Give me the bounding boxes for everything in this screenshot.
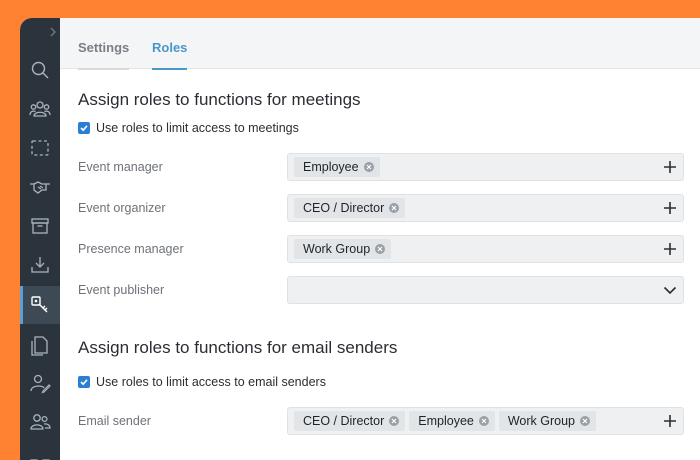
email-sender-field[interactable]: CEO / Director Employee Work Group [287,407,684,435]
role-tag: CEO / Director [294,411,406,431]
remove-tag-icon[interactable] [389,203,400,213]
tag-label: CEO / Director [303,414,385,428]
role-tag: Work Group [498,411,597,431]
documents-icon [31,336,48,356]
email-section-title: Assign roles to functions for email send… [78,338,398,357]
sidebar-item-partners[interactable] [20,168,60,206]
key-icon [31,296,48,313]
remove-tag-icon[interactable] [478,416,489,426]
sidebar-item-users[interactable] [20,90,60,128]
event-manager-label: Event manager [78,160,163,174]
remove-tag-icon[interactable] [389,416,400,426]
tag-label: Work Group [507,414,576,428]
sidebar-item-documents[interactable] [20,326,60,364]
users-group-icon [29,101,51,117]
user-pair-icon [30,414,51,430]
email-limit-label: Use roles to limit access to email sende… [96,375,326,389]
sidebar [20,18,60,460]
email-limit-checkbox-row[interactable]: Use roles to limit access to email sende… [78,375,326,389]
tab-bar: Settings Roles [60,18,700,70]
archive-icon [31,218,49,234]
event-organizer-field[interactable]: CEO / Director [287,194,684,222]
tag-label: Employee [418,414,474,428]
meetings-limit-label: Use roles to limit access to meetings [96,121,299,135]
meetings-limit-checkbox-row[interactable]: Use roles to limit access to meetings [78,121,299,135]
tag-label: CEO / Director [303,201,385,215]
sidebar-item-contacts[interactable] [20,403,60,441]
meetings-limit-checkbox[interactable] [78,122,90,134]
app-window: Settings Roles Assign roles to functions… [20,18,700,460]
org-chart-icon [30,459,50,460]
plus-icon[interactable] [663,201,677,215]
remove-tag-icon[interactable] [580,416,591,426]
main-panel: Settings Roles Assign roles to functions… [60,18,700,460]
event-manager-field[interactable]: Employee [287,153,684,181]
checkmark-icon [80,125,88,132]
tab-settings[interactable]: Settings [78,40,130,70]
event-publisher-label: Event publisher [78,283,165,297]
plus-icon[interactable] [663,242,677,256]
remove-tag-icon[interactable] [363,162,374,172]
tag-label: Work Group [303,242,371,256]
sidebar-item-user-edit[interactable] [20,364,60,402]
sidebar-item-download[interactable] [20,246,60,284]
dashed-frame-icon [31,140,49,156]
email-sender-label: Email sender [78,414,151,428]
email-limit-checkbox[interactable] [78,376,90,388]
tag-label: Employee [303,160,359,174]
sidebar-item-structure[interactable] [20,442,60,460]
search-icon [31,61,49,79]
user-edit-icon [30,374,51,394]
presence-manager-label: Presence manager [78,242,184,256]
event-organizer-label: Event organizer [78,201,166,215]
sidebar-item-archive[interactable] [20,207,60,245]
role-tag: Employee [409,411,495,431]
sidebar-item-search[interactable] [20,51,60,89]
handshake-icon [30,181,50,194]
checkmark-icon [80,379,88,386]
sidebar-item-frame[interactable] [20,129,60,167]
role-tag: Employee [294,157,380,177]
chevron-right-icon[interactable] [48,26,58,38]
plus-icon[interactable] [663,160,677,174]
role-tag: Work Group [294,239,392,259]
sidebar-item-roles[interactable] [20,286,60,324]
event-publisher-select[interactable] [287,276,684,304]
download-tray-icon [31,257,49,273]
remove-tag-icon[interactable] [375,244,386,254]
tab-roles[interactable]: Roles [152,40,188,70]
presence-manager-field[interactable]: Work Group [287,235,684,263]
meetings-section-title: Assign roles to functions for meetings [78,90,361,109]
chevron-down-icon[interactable] [663,283,677,297]
role-tag: CEO / Director [294,198,406,218]
plus-icon[interactable] [663,414,677,428]
